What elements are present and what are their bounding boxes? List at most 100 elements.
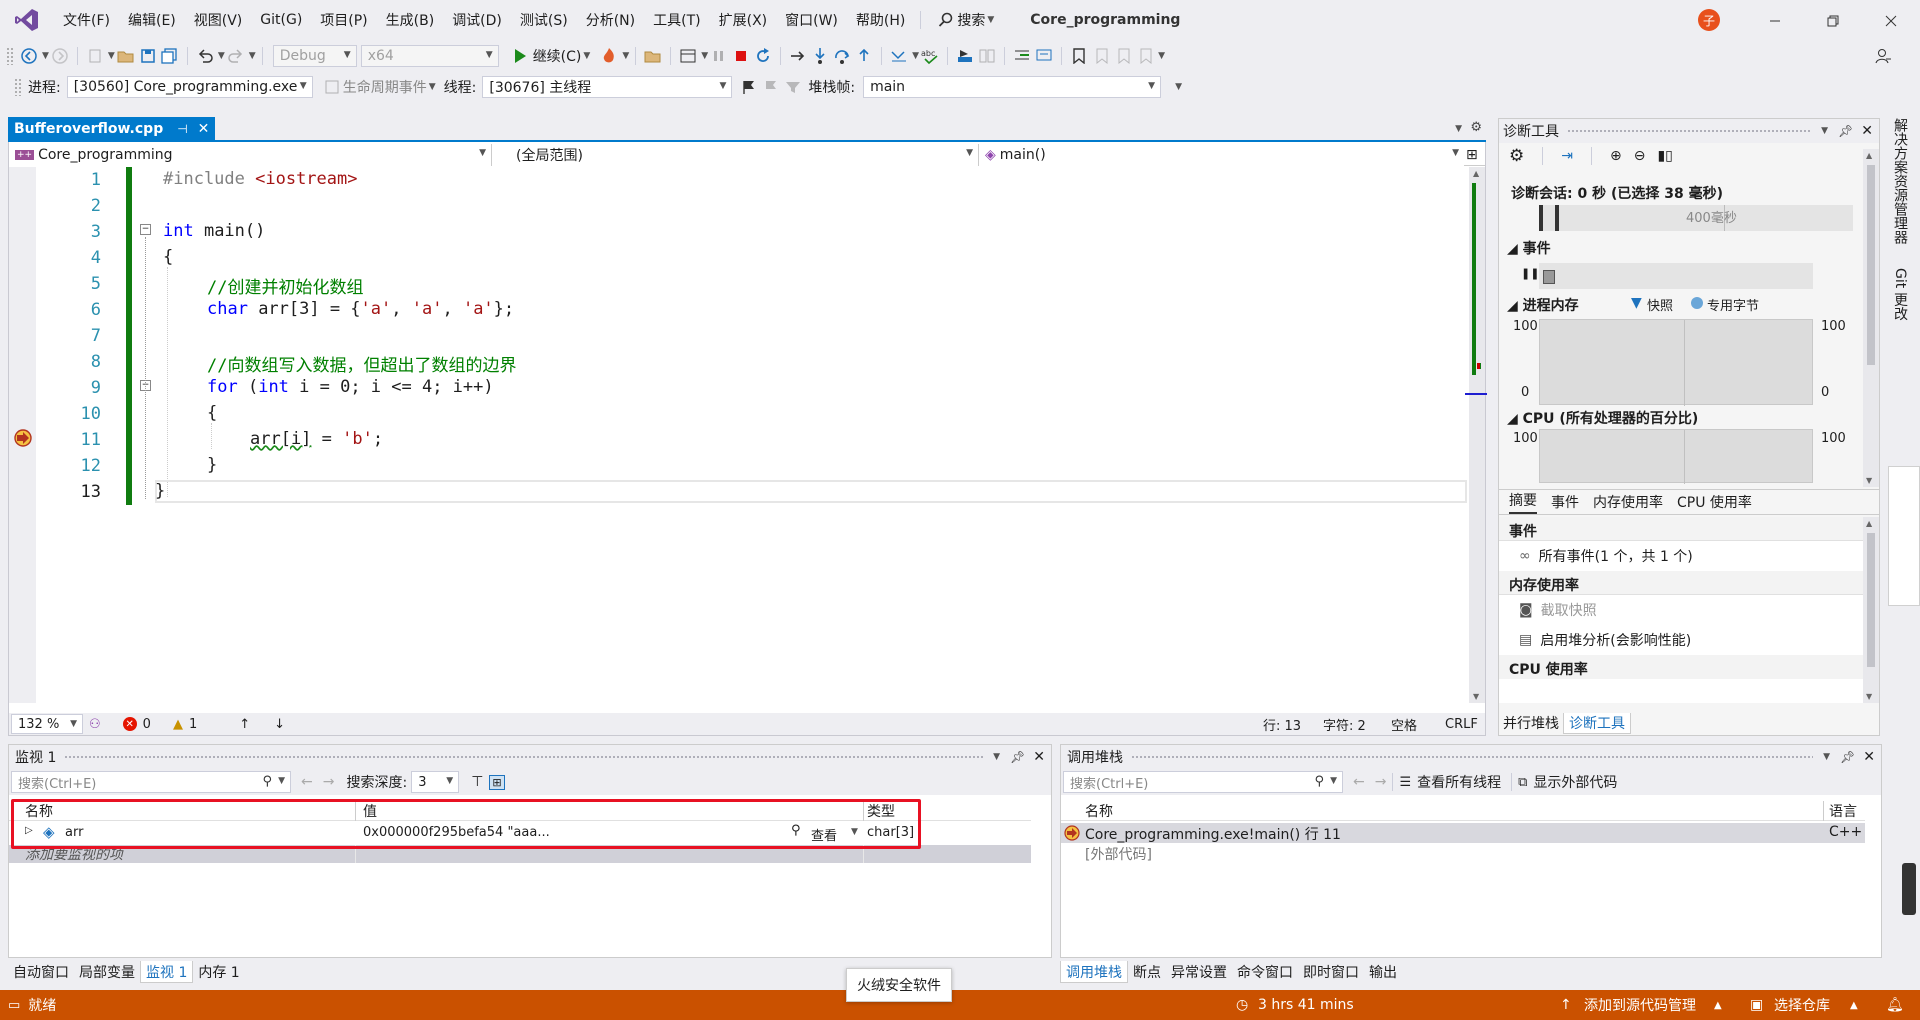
hex-display-icon[interactable] (888, 45, 910, 67)
tab-events[interactable]: 事件 (1551, 492, 1579, 512)
warning-icon[interactable]: ▲ (173, 717, 183, 732)
side-scroll-grip[interactable] (1902, 863, 1916, 915)
tab-output[interactable]: 输出 (1364, 961, 1402, 983)
callstack-menu-icon[interactable]: ▼ (1823, 752, 1830, 762)
diag-close-icon[interactable]: ✕ (1861, 123, 1873, 139)
callstack-search-input[interactable]: 搜索(Ctrl+E) ⚲ ▼ (1063, 771, 1343, 793)
search-depth-dropdown[interactable]: 3 ▼ (411, 771, 460, 793)
hot-reload-icon[interactable] (598, 45, 620, 67)
zoom-dropdown[interactable]: 132 % ▼ (11, 714, 83, 734)
column-header-language[interactable]: 语言 (1829, 801, 1857, 821)
split-editor-icon[interactable]: ⊞ (1466, 147, 1478, 163)
git-changes-tab[interactable]: Git 更改 (1890, 268, 1910, 321)
menu-help[interactable]: 帮助(H) (847, 10, 914, 30)
live-share-icon[interactable] (1872, 45, 1894, 67)
tab-memory-1[interactable]: 内存 1 (193, 961, 244, 983)
code-area[interactable]: 1 2 3 4 5 6 7 8 9 10 11 12 13 − − #inclu… (9, 167, 1469, 703)
spacing-indicator[interactable]: 空格 (1391, 715, 1417, 734)
watch-close-icon[interactable]: ✕ (1033, 749, 1045, 765)
error-icon[interactable]: ✕ (122, 717, 137, 731)
solution-explorer-tab[interactable]: 解决方案资源管理器 (1890, 118, 1910, 244)
callstack-search-back-icon[interactable]: ← (1353, 774, 1365, 790)
prev-bookmark-icon[interactable] (1090, 45, 1112, 67)
next-bookmark-icon[interactable] (1112, 45, 1134, 67)
callstack-row-external[interactable]: [外部代码] (1061, 843, 1865, 863)
code-map-icon[interactable] (954, 45, 976, 67)
column-indicator[interactable]: 字符: 2 (1323, 715, 1366, 734)
tab-diagnostic-tools[interactable]: 诊断工具 (1563, 712, 1631, 734)
menu-debug[interactable]: 调试(D) (443, 10, 511, 30)
stop-icon[interactable] (730, 45, 752, 67)
menu-file[interactable]: 文件(F) (54, 10, 119, 30)
next-issue-arrow-icon[interactable]: ↓ (274, 717, 285, 732)
platform-dropdown[interactable]: x64 ▼ (360, 45, 499, 67)
pin-watch-icon[interactable]: ⊤ (471, 774, 483, 790)
line-indicator[interactable]: 行: 13 (1263, 715, 1301, 734)
eol-indicator[interactable]: CRLF (1445, 717, 1478, 732)
flag-all-icon[interactable] (760, 76, 782, 98)
select-repository-button[interactable]: 选择仓库 (1774, 995, 1830, 1015)
notifications-bell-icon[interactable]: 🔔︎ (1886, 997, 1904, 1013)
open-folder-icon[interactable] (115, 45, 137, 67)
tab-breakpoints[interactable]: 断点 (1128, 961, 1166, 983)
editor-vertical-scrollbar[interactable]: ▲ ▼ (1465, 167, 1487, 703)
tab-autos[interactable]: 自动窗口 (8, 961, 74, 983)
step-over-icon[interactable] (831, 45, 853, 67)
diagnostic-window-icon[interactable] (677, 45, 699, 67)
session-time[interactable]: 3 hrs 41 mins (1258, 997, 1354, 1013)
menu-extensions[interactable]: 扩展(X) (710, 10, 777, 30)
show-next-statement-icon[interactable] (787, 45, 809, 67)
timeline-ruler[interactable]: 400毫秒 (1539, 205, 1853, 231)
menu-window[interactable]: 窗口(W) (776, 10, 847, 30)
restart-icon[interactable] (752, 45, 774, 67)
heap-profiling-button[interactable]: ▤ 启用堆分析(会影响性能) (1499, 625, 1863, 655)
restore-icon[interactable] (1822, 10, 1844, 32)
navigate-forward-icon[interactable] (49, 45, 71, 67)
lifecycle-events-button[interactable]: 生命周期事件 (343, 77, 427, 97)
undo-icon[interactable] (194, 45, 216, 67)
add-to-source-control-button[interactable]: 添加到源代码管理 (1584, 995, 1696, 1015)
save-all-icon[interactable] (159, 45, 181, 67)
comment-icon[interactable] (1033, 45, 1055, 67)
new-project-icon[interactable] (84, 45, 106, 67)
avatar[interactable]: 子 (1698, 9, 1720, 31)
process-dropdown[interactable]: [30560] Core_programming.exe ▼ (66, 76, 313, 98)
show-external-code-button[interactable]: 显示外部代码 (1533, 772, 1617, 792)
menu-test[interactable]: 测试(S) (511, 10, 577, 30)
watch-menu-icon[interactable]: ▼ (993, 752, 1000, 762)
show-all-threads-button[interactable]: 查看所有线程 (1417, 772, 1501, 792)
intellicode-icon[interactable]: ⚇ (89, 717, 101, 732)
menu-view[interactable]: 视图(V) (185, 10, 252, 30)
close-tab-icon[interactable]: ✕ (198, 121, 210, 137)
tab-cpu-usage[interactable]: CPU 使用率 (1677, 492, 1752, 512)
menu-tools[interactable]: 工具(T) (644, 10, 709, 30)
stack-frame-dropdown[interactable]: main ▼ (863, 76, 1162, 98)
tab-immediate-window[interactable]: 即时窗口 (1298, 961, 1364, 983)
callstack-search-forward-icon[interactable]: → (1375, 774, 1387, 790)
redo-icon[interactable] (225, 45, 247, 67)
take-snapshot-button[interactable]: ◙ 截取快照 (1499, 595, 1863, 625)
tab-overflow-icon[interactable]: ▼ (1455, 124, 1462, 134)
tab-summary[interactable]: 摘要 (1509, 490, 1537, 514)
pin-tab-icon[interactable]: ⊣ (177, 122, 187, 136)
minimize-icon[interactable] (1764, 10, 1786, 32)
project-dropdown[interactable]: ++ Core_programming ▼ (9, 143, 492, 166)
diag-export-icon[interactable]: ⇥ (1561, 148, 1573, 164)
scope-dropdown[interactable]: (全局范围) ▼ (492, 143, 979, 166)
spell-check-icon[interactable]: abc (919, 45, 941, 67)
step-out-icon[interactable] (853, 45, 875, 67)
prev-issue-arrow-icon[interactable]: ↑ (239, 717, 250, 732)
watch-search-input[interactable]: 搜索(Ctrl+E) ⚲ ▼ (11, 771, 291, 793)
tab-command-window[interactable]: 命令窗口 (1232, 961, 1298, 983)
navigate-back-icon[interactable] (18, 45, 40, 67)
tab-watch-1[interactable]: 监视 1 (140, 961, 194, 983)
search-button[interactable]: 搜索 ▼ (935, 9, 994, 31)
editor-settings-icon[interactable]: ⚙ (1470, 120, 1482, 135)
watch-pin-icon[interactable]: 📌︎ (1010, 750, 1025, 764)
clear-bookmarks-icon[interactable] (1134, 45, 1156, 67)
tab-bufferoverflow[interactable]: Bufferoverflow.cpp ⊣ ✕ (8, 117, 216, 141)
menu-edit[interactable]: 编辑(E) (119, 10, 185, 30)
thread-dropdown[interactable]: [30676] 主线程 ▼ (482, 76, 733, 98)
menu-git[interactable]: Git(G) (251, 12, 311, 28)
diag-settings-icon[interactable]: ⚙ (1509, 146, 1524, 166)
